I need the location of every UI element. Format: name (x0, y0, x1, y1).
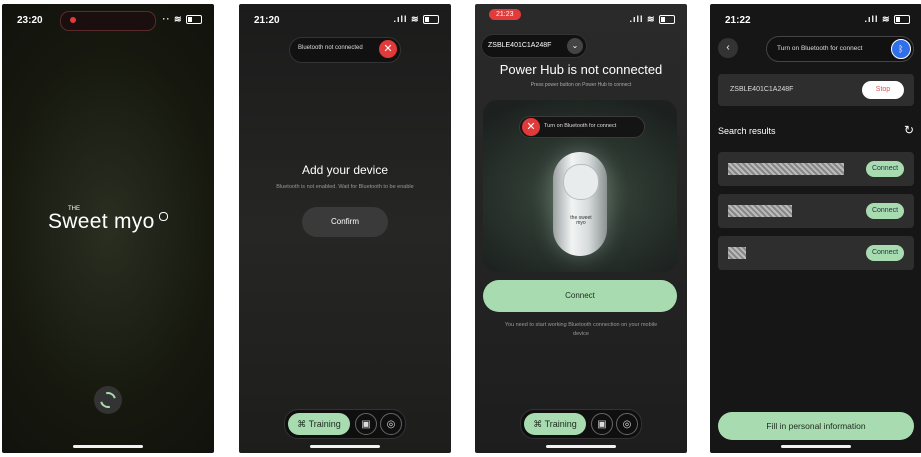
status-icons: .ıll ≋ (393, 14, 439, 25)
home-indicator (546, 445, 616, 448)
bt-prompt-label: Turn on Bluetooth for connect (544, 123, 617, 129)
record-dot-icon (70, 17, 76, 23)
home-indicator (73, 445, 143, 448)
status-icons: .ıll ≋ (864, 14, 910, 25)
battery-icon (423, 15, 439, 25)
bluetooth-off-icon[interactable]: ✕ (522, 118, 540, 136)
bottom-tab-bar: ⌘ Training ▣ ◎ (284, 409, 406, 439)
battery-icon (659, 15, 675, 25)
bluetooth-off-icon[interactable]: ✕ (379, 40, 397, 58)
power-hub-device-image: the sweet myo (553, 152, 607, 256)
battery-icon (186, 15, 202, 25)
tab-training-label: Training (308, 419, 341, 429)
bottom-tab-bar: ⌘ Training ▣ ◎ (520, 409, 642, 439)
device-search-screen: 21:22 .ıll ≋ ‹ Turn on Bluetooth for con… (710, 4, 921, 453)
dumbbell-icon: ⌘ (533, 419, 543, 429)
home-indicator (310, 445, 380, 448)
smile-icon (159, 212, 169, 221)
loading-spinner-icon (94, 386, 122, 414)
status-time: 21:23 (489, 9, 521, 20)
fill-personal-info-button[interactable]: Fill in personal information (718, 412, 914, 440)
tab-training-label: Training (544, 419, 577, 429)
splash-screen: 23:20 ·· ≋ THE Sweet myo (2, 4, 214, 453)
home-indicator (781, 445, 851, 448)
device-selector[interactable]: ZSBLE401C1A248F ⌄ (481, 34, 587, 58)
bluetooth-prompt-banner[interactable]: ✕ Turn on Bluetooth for connect (519, 116, 645, 138)
tab-profile-icon[interactable]: ◎ (616, 413, 638, 435)
add-device-screen: 21:20 .ıll ≋ Bluetooth not connected ✕ A… (239, 4, 451, 453)
battery-icon (894, 15, 910, 25)
redacted-device-name (728, 163, 844, 175)
search-results-heading: Search results (718, 126, 776, 136)
status-bar: 23:20 ·· ≋ (2, 4, 214, 31)
status-time: 23:20 (17, 15, 43, 26)
bluetooth-note: You need to start working Bluetooth conn… (504, 322, 658, 337)
status-bar: 21:23 .ıll ≋ (475, 4, 687, 28)
status-time: 21:22 (725, 15, 751, 26)
page-subtitle: Press power button on Power Hub to conne… (530, 82, 632, 88)
status-icons: .ıll ≋ (629, 14, 675, 25)
connect-button[interactable]: Connect (866, 245, 904, 261)
brand-logo: THE Sweet myo (2, 206, 214, 234)
result-row: Connect (718, 194, 914, 228)
status-icons: ·· ≋ (162, 14, 202, 25)
tab-profile-icon[interactable]: ◎ (380, 413, 402, 435)
status-time: 21:20 (254, 15, 280, 26)
current-device-id: ZSBLE401C1A248F (730, 86, 794, 93)
chevron-down-icon[interactable]: ⌄ (567, 38, 583, 54)
device-image-card: ✕ Turn on Bluetooth for connect the swee… (483, 100, 677, 272)
redacted-device-name (728, 247, 746, 259)
refresh-icon[interactable]: ↻ (904, 123, 914, 137)
stop-button[interactable]: Stop (862, 81, 904, 99)
page-title: Add your device (301, 163, 389, 177)
dumbbell-icon: ⌘ (297, 419, 307, 429)
connect-button[interactable]: Connect (866, 161, 904, 177)
tab-training[interactable]: ⌘ Training (524, 413, 586, 435)
status-bar: 21:20 .ıll ≋ (239, 4, 451, 28)
bluetooth-on-icon[interactable]: ᛒ (891, 39, 911, 59)
redacted-device-name (728, 205, 792, 217)
page-subtitle: Bluetooth is not enabled. Wait for Bluet… (276, 184, 414, 190)
bt-banner-label: Bluetooth not connected (298, 45, 363, 51)
brand-the: THE (68, 206, 80, 212)
tab-training[interactable]: ⌘ Training (288, 413, 350, 435)
status-bar: 21:22 .ıll ≋ (710, 4, 921, 28)
confirm-button[interactable]: Confirm (302, 207, 388, 237)
brand-name: Sweet myo (47, 210, 155, 233)
current-device-row: ZSBLE401C1A248F Stop (718, 74, 914, 106)
device-id: ZSBLE401C1A248F (488, 42, 552, 49)
bt-prompt-label: Turn on Bluetooth for connect (777, 45, 863, 52)
page-title: Power Hub is not connected (499, 62, 663, 77)
result-row: Connect (718, 152, 914, 186)
back-button[interactable]: ‹ (718, 38, 738, 58)
connect-button[interactable]: Connect (483, 280, 677, 312)
bluetooth-status-banner[interactable]: Bluetooth not connected ✕ (289, 37, 401, 63)
device-brand-label: the sweet myo (570, 215, 592, 226)
bluetooth-prompt-banner[interactable]: Turn on Bluetooth for connect ᛒ (766, 36, 914, 62)
power-hub-screen: 21:23 .ıll ≋ ZSBLE401C1A248F ⌄ Power Hub… (475, 4, 687, 453)
tab-calendar-icon[interactable]: ▣ (591, 413, 613, 435)
result-row: Connect (718, 236, 914, 270)
tab-calendar-icon[interactable]: ▣ (355, 413, 377, 435)
connect-button[interactable]: Connect (866, 203, 904, 219)
